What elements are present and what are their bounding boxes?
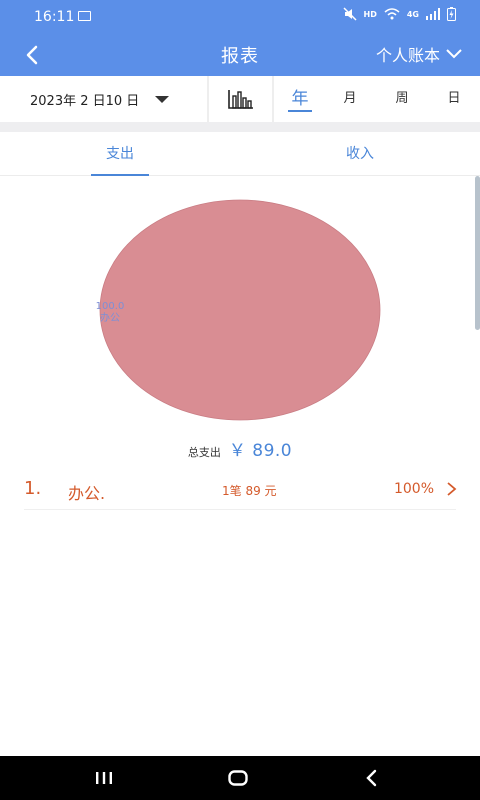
total-expense: 总支出 ￥ 89.0 <box>0 436 480 461</box>
list-item-name: 办公. <box>68 484 106 503</box>
scrollbar[interactable] <box>475 176 480 330</box>
list-item-percent: 100% <box>393 481 434 497</box>
type-tabs: 支出 收入 <box>0 132 480 176</box>
pie-label: 100.0 办公 <box>90 301 130 325</box>
pie-slice-value: 100.0 <box>95 301 125 312</box>
4g-indicator: 4G <box>406 9 419 19</box>
bar-chart-icon <box>227 90 253 109</box>
chevron-down-icon <box>446 49 462 59</box>
hd-indicator: HD <box>363 9 377 19</box>
battery-icon <box>447 7 456 21</box>
app-bar: 报表 个人账本 <box>0 32 480 76</box>
period-week[interactable]: 周 <box>392 76 412 122</box>
date-picker[interactable]: 2023年 2 日10 日 <box>0 76 207 122</box>
image-notification-icon <box>78 11 91 21</box>
period-year[interactable]: 年 <box>288 76 312 122</box>
pie-slice-category: 办公 <box>100 313 120 324</box>
total-label: 总支出 <box>187 446 221 459</box>
chevron-right-icon <box>447 482 457 496</box>
total-amount: ￥ 89.0 <box>228 441 293 461</box>
status-bar: 16:11 HD 4G <box>0 0 480 32</box>
tab-income[interactable]: 收入 <box>331 132 389 176</box>
account-book-label: 个人账本 <box>375 46 440 65</box>
signal-icon <box>426 8 440 20</box>
status-icons: HD 4G <box>342 7 456 21</box>
account-book-selector[interactable]: 个人账本 <box>376 42 462 66</box>
mute-icon <box>342 7 357 21</box>
pie-chart: 100.0 办公 <box>0 176 480 446</box>
home-button[interactable] <box>208 756 268 800</box>
back-button[interactable] <box>342 756 402 800</box>
filter-bar: 2023年 2 日10 日 年 月 周 日 <box>0 76 480 122</box>
back-icon <box>366 769 377 787</box>
period-day[interactable]: 日 <box>444 76 464 122</box>
report-screen: 16:11 HD 4G 报表 个人账本 2023年 2 日10 日 年 月 周 … <box>0 0 480 800</box>
period-selector: 年 月 周 日 <box>274 76 480 122</box>
caret-down-icon <box>155 95 170 103</box>
recent-apps-icon <box>96 772 112 784</box>
system-nav-bar <box>0 756 480 800</box>
status-time: 16:11 <box>34 9 75 25</box>
date-text: 2023年 2 日10 日 <box>30 93 140 109</box>
chart-type-button[interactable] <box>209 76 272 122</box>
section-separator <box>0 122 480 132</box>
list-item-count: 1笔 89 元 <box>222 484 277 498</box>
active-underline <box>288 110 312 112</box>
pie-chart-svg <box>99 199 381 421</box>
tab-expense[interactable]: 支出 <box>91 132 149 176</box>
period-month[interactable]: 月 <box>340 76 360 122</box>
home-icon <box>228 770 248 786</box>
list-item[interactable]: 1. 办公. 1笔 89 元 100% <box>24 470 457 510</box>
list-item-rank: 1. <box>24 478 42 499</box>
recent-apps-button[interactable] <box>74 756 134 800</box>
pie-slice[interactable] <box>99 199 381 421</box>
wifi-icon <box>384 8 400 20</box>
